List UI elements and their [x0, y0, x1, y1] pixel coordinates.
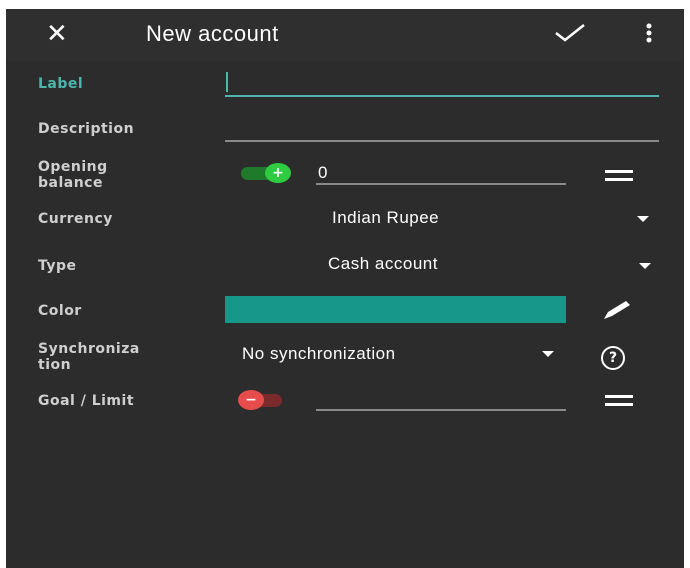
page-title: New account: [146, 21, 279, 46]
goal-limit-caption: Goal / Limit: [38, 393, 135, 409]
toolbar: ✕ New account: [6, 9, 684, 61]
close-icon[interactable]: ✕: [46, 19, 68, 49]
currency-selected-value: Indian Rupee: [332, 208, 440, 227]
synchronization-selected-value: No synchronization: [242, 344, 396, 363]
goal-limit-underline[interactable]: [316, 409, 566, 411]
color-caption: Color: [38, 303, 82, 319]
checkmark-icon[interactable]: [554, 21, 586, 47]
synchronization-caption: Synchroniza tion: [38, 341, 140, 373]
text-cursor: [226, 72, 228, 92]
calculator-equals-icon[interactable]: [605, 170, 633, 182]
opening-balance-caption-line1: Opening: [38, 159, 108, 175]
description-caption: Description: [38, 121, 135, 137]
dropdown-arrow-icon: [639, 263, 651, 269]
dropdown-arrow-icon: [637, 216, 649, 222]
type-selected-value: Cash account: [328, 254, 438, 273]
opening-balance-input[interactable]: 0: [318, 163, 328, 183]
synchronization-caption-line2: tion: [38, 357, 72, 373]
synchronization-caption-line1: Synchroniza: [38, 341, 140, 357]
currency-caption: Currency: [38, 211, 113, 227]
color-swatch[interactable]: [225, 296, 566, 323]
minus-sign-thumb: −: [238, 390, 264, 410]
opening-balance-caption: Opening balance: [38, 159, 108, 191]
dropdown-arrow-icon: [542, 351, 554, 357]
label-input-underline[interactable]: [225, 95, 659, 97]
description-input-underline[interactable]: [225, 140, 659, 142]
more-vert-icon[interactable]: [646, 23, 652, 47]
plus-sign-thumb: +: [265, 163, 291, 183]
calculator-equals-icon[interactable]: [605, 395, 633, 407]
edit-pencil-icon[interactable]: [602, 299, 632, 325]
new-account-screen: ✕ New account Label Description Opening …: [6, 9, 684, 568]
type-caption: Type: [38, 258, 77, 274]
label-caption: Label: [38, 76, 84, 92]
help-icon[interactable]: ?: [601, 346, 625, 370]
opening-balance-caption-line2: balance: [38, 175, 103, 191]
opening-balance-underline[interactable]: [316, 183, 566, 185]
